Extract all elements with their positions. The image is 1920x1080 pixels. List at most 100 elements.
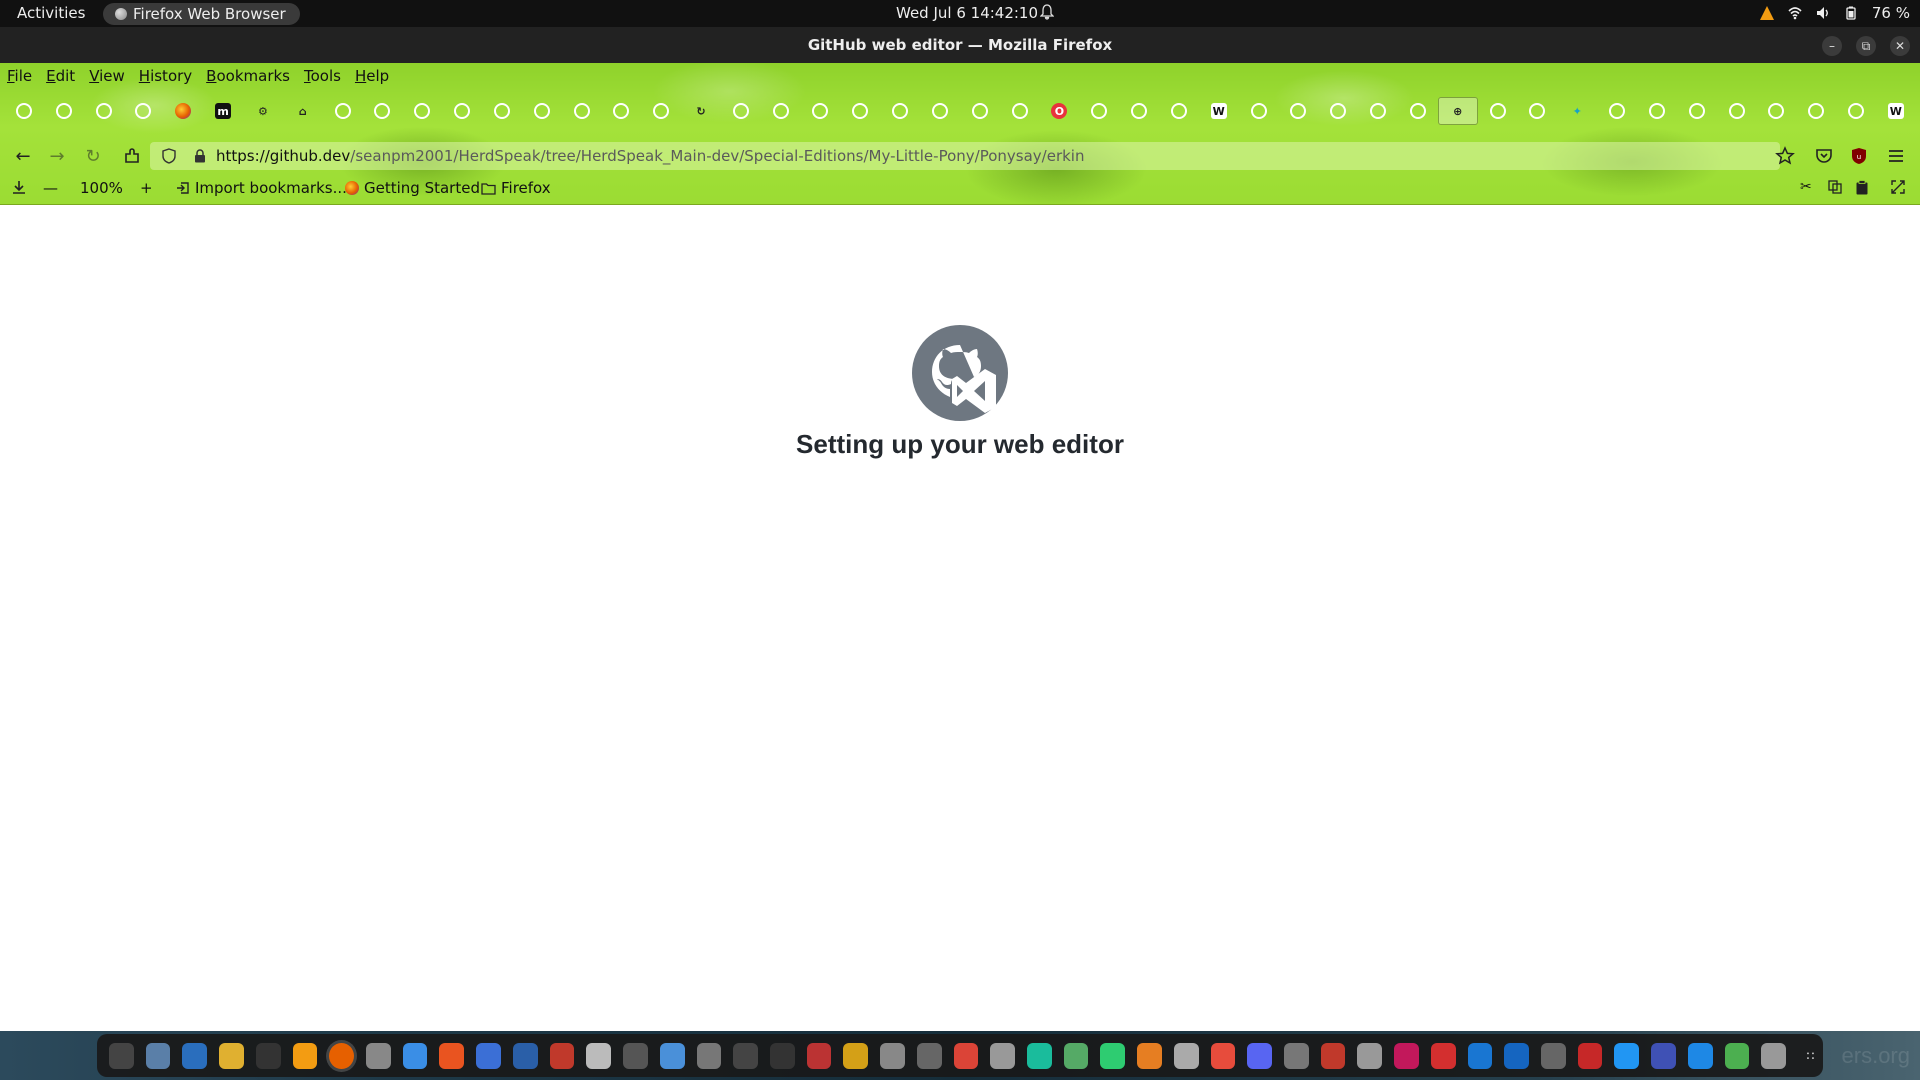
browser-tab[interactable] — [1079, 97, 1119, 125]
browser-tab[interactable]: O — [1040, 97, 1080, 125]
dock-app-icon[interactable] — [769, 1042, 795, 1069]
bookmark-getting-started[interactable]: Getting Started — [345, 179, 480, 197]
dock-app-icon[interactable] — [1651, 1042, 1676, 1069]
bookmark-folder-firefox[interactable]: Firefox — [481, 179, 551, 197]
dock-app-icon[interactable] — [1614, 1042, 1640, 1069]
wifi-icon[interactable] — [1788, 6, 1802, 20]
dock-app-icon[interactable] — [1357, 1042, 1383, 1069]
star-icon[interactable] — [1775, 146, 1795, 166]
dock-app-icon[interactable] — [1467, 1042, 1493, 1069]
dock-app-icon[interactable] — [255, 1042, 281, 1069]
dock-app-icon[interactable] — [1247, 1042, 1272, 1069]
bookmark-import[interactable]: Import bookmarks... — [176, 179, 347, 197]
browser-tab[interactable] — [562, 97, 602, 125]
url-bar[interactable]: https://github.dev/seanpm2001/HerdSpeak/… — [150, 142, 1780, 170]
browser-tab[interactable]: ↻ — [681, 97, 721, 125]
browser-tab[interactable] — [761, 97, 801, 125]
dock-app-icon[interactable] — [843, 1042, 869, 1069]
browser-tab[interactable] — [1119, 97, 1159, 125]
dock-app-icon[interactable] — [182, 1042, 208, 1069]
dock-app-icon[interactable] — [1724, 1042, 1750, 1069]
back-icon[interactable]: ← — [13, 146, 33, 167]
menu-bookmarks[interactable]: Bookmarks — [199, 63, 297, 89]
browser-tab[interactable] — [1478, 97, 1518, 125]
browser-tab[interactable] — [801, 97, 841, 125]
browser-tab[interactable] — [163, 97, 203, 125]
browser-tab[interactable] — [1239, 97, 1279, 125]
browser-tab[interactable] — [1358, 97, 1398, 125]
window-title-bar[interactable]: GitHub web editor — Mozilla Firefox – ⧉ … — [0, 27, 1920, 63]
browser-tab[interactable] — [1279, 97, 1319, 125]
browser-tab[interactable] — [1517, 97, 1557, 125]
dock-app-icon[interactable] — [145, 1042, 171, 1069]
browser-tab[interactable] — [1796, 97, 1836, 125]
browser-tab[interactable] — [84, 97, 124, 125]
browser-tab[interactable] — [1597, 97, 1637, 125]
dock-app-icon[interactable] — [512, 1042, 538, 1069]
browser-tab[interactable] — [1000, 97, 1040, 125]
menu-file[interactable]: File — [0, 63, 39, 89]
menu-help[interactable]: Help — [348, 63, 396, 89]
browser-tab[interactable]: ⚙ — [243, 97, 283, 125]
dock-app-icon[interactable] — [1173, 1042, 1199, 1069]
browser-tab[interactable] — [362, 97, 402, 125]
dock-app-icon[interactable] — [953, 1042, 979, 1069]
dock-app-icon[interactable] — [1100, 1042, 1126, 1069]
dock-app-icon[interactable] — [476, 1042, 501, 1069]
browser-tab[interactable] — [1637, 97, 1677, 125]
dock-app-icon[interactable] — [1137, 1042, 1162, 1069]
fullscreen-icon[interactable] — [1891, 180, 1905, 194]
browser-tab[interactable] — [1159, 97, 1199, 125]
dock-app-icon[interactable] — [990, 1042, 1015, 1069]
browser-tab[interactable] — [1677, 97, 1717, 125]
extensions-icon[interactable] — [122, 146, 142, 166]
browser-tab[interactable] — [402, 97, 442, 125]
browser-tab[interactable] — [1318, 97, 1358, 125]
dock-app-icon[interactable] — [549, 1042, 575, 1069]
browser-tab[interactable] — [44, 97, 84, 125]
browser-tab[interactable] — [601, 97, 641, 125]
browser-tab[interactable] — [840, 97, 880, 125]
activities-button[interactable]: Activities — [17, 4, 85, 22]
browser-tab[interactable] — [920, 97, 960, 125]
ublock-icon[interactable]: u — [1849, 146, 1869, 166]
zoom-out-button[interactable]: — — [43, 179, 58, 197]
browser-tab[interactable] — [4, 97, 44, 125]
browser-tab[interactable] — [1756, 97, 1796, 125]
dock-app-icon[interactable] — [402, 1042, 428, 1069]
dock-app-icon[interactable] — [1577, 1042, 1603, 1069]
volume-icon[interactable] — [1816, 6, 1830, 20]
browser-tab[interactable]: m — [203, 97, 243, 125]
browser-tab[interactable] — [880, 97, 920, 125]
hamburger-menu-icon[interactable] — [1886, 146, 1906, 166]
dock-app-icon[interactable] — [109, 1042, 134, 1069]
dock-app-icon[interactable] — [1320, 1042, 1346, 1069]
shield-icon[interactable] — [162, 148, 176, 164]
browser-tab[interactable] — [641, 97, 681, 125]
dock-app-icon[interactable] — [1430, 1042, 1456, 1069]
dock-app-icon[interactable] — [586, 1042, 612, 1069]
browser-tab[interactable] — [522, 97, 562, 125]
system-tray[interactable]: 76 % — [1759, 4, 1910, 22]
dock-app-icon[interactable] — [1026, 1042, 1052, 1069]
dock-app-icon[interactable] — [366, 1042, 391, 1069]
copy-icon[interactable] — [1828, 180, 1842, 194]
battery-icon[interactable] — [1844, 6, 1858, 20]
dock-app-icon[interactable] — [1284, 1042, 1309, 1069]
dock-app-icon[interactable] — [696, 1042, 722, 1069]
dock-app-icon[interactable] — [329, 1042, 355, 1069]
dock-app-icon[interactable] — [1210, 1042, 1236, 1069]
minimize-icon[interactable]: – — [1822, 36, 1842, 56]
dock-app-icon[interactable] — [1761, 1042, 1787, 1069]
browser-tab[interactable] — [1398, 97, 1438, 125]
dock-app-icon[interactable] — [439, 1042, 465, 1069]
clock[interactable]: Wed Jul 6 14:42:10 — [896, 4, 1038, 22]
menu-history[interactable]: History — [132, 63, 199, 89]
dock-app-icon[interactable] — [916, 1042, 942, 1069]
browser-tab[interactable]: ✦ — [1557, 97, 1597, 125]
browser-tab[interactable] — [721, 97, 761, 125]
zoom-level[interactable]: 100% — [80, 179, 123, 197]
browser-tab[interactable] — [960, 97, 1000, 125]
lock-icon[interactable] — [194, 149, 206, 163]
app-menu-button[interactable]: Firefox Web Browser — [103, 3, 300, 25]
